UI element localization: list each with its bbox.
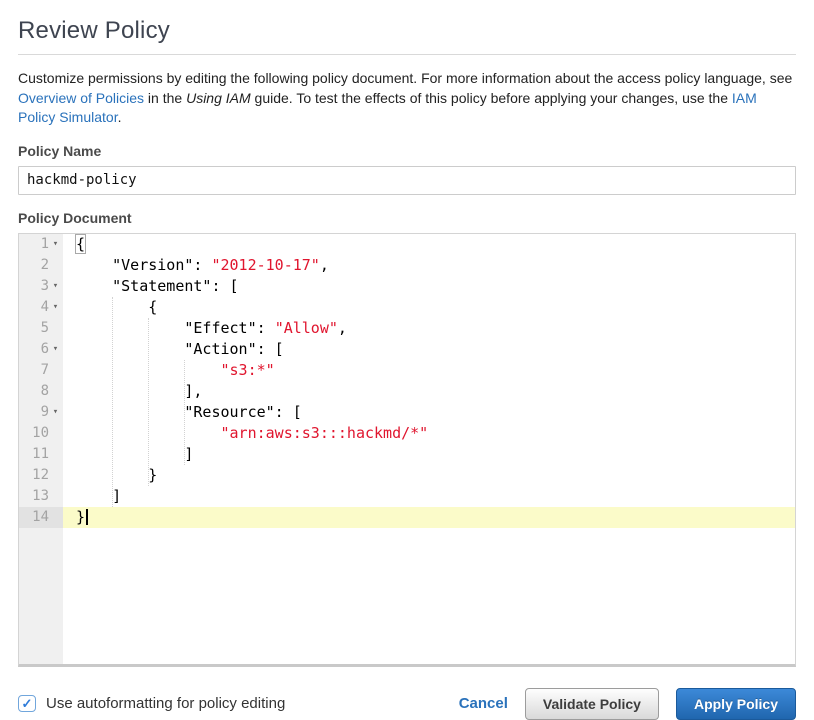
code-token: , [320, 256, 329, 274]
gutter-line-number: 13 [19, 486, 63, 507]
code-token: "Resource": [ [76, 403, 302, 421]
code-line[interactable]: { [63, 234, 795, 255]
code-token: { [75, 234, 86, 254]
fold-arrow-icon[interactable]: ▾ [49, 339, 62, 360]
intro-paragraph: Customize permissions by editing the fol… [18, 69, 796, 128]
code-line[interactable]: ] [63, 444, 795, 465]
code-line[interactable]: "arn:aws:s3:::hackmd/*" [63, 423, 795, 444]
gutter-line-number: 14 [19, 507, 63, 528]
string-token: "2012-10-17" [211, 256, 319, 274]
code-token [76, 424, 221, 442]
policy-document-label: Policy Document [18, 210, 796, 226]
fold-arrow-icon[interactable]: ▾ [49, 276, 62, 297]
gutter-line-number: 2 [19, 255, 63, 276]
string-token: "arn:aws:s3:::hackmd/*" [221, 424, 429, 442]
code-token: "Version": [76, 256, 211, 274]
string-token: "Allow" [275, 319, 338, 337]
checkmark-icon: ✓ [22, 697, 33, 710]
policy-name-input[interactable] [18, 166, 796, 195]
validate-policy-button[interactable]: Validate Policy [525, 688, 659, 720]
gutter-line-number[interactable]: 4▾ [19, 297, 63, 318]
code-line[interactable]: "Resource": [ [63, 402, 795, 423]
code-token: "Effect": [76, 319, 275, 337]
fold-arrow-icon[interactable]: ▾ [49, 234, 62, 255]
footer-bar: ✓ Use autoformatting for policy editing … [18, 688, 796, 720]
autoformat-checkbox[interactable]: ✓ [18, 695, 36, 712]
gutter-line-number: 7 [19, 360, 63, 381]
intro-text: in the [144, 90, 186, 106]
cancel-link[interactable]: Cancel [459, 695, 508, 712]
gutter-line-number: 10 [19, 423, 63, 444]
code-token: "Action": [ [76, 340, 284, 358]
code-line[interactable]: "Effect": "Allow", [63, 318, 795, 339]
code-line[interactable]: ], [63, 381, 795, 402]
intro-italic-text: Using IAM [186, 90, 251, 106]
code-line[interactable]: } [63, 465, 795, 486]
autoformat-toggle[interactable]: ✓ Use autoformatting for policy editing [18, 695, 285, 712]
intro-text: . [118, 109, 122, 125]
action-buttons: Cancel Validate Policy Apply Policy [459, 688, 796, 720]
code-token: } [76, 508, 85, 526]
code-token: { [76, 298, 157, 316]
gutter-line-number: 8 [19, 381, 63, 402]
code-token: ], [76, 382, 202, 400]
title-divider [18, 54, 796, 55]
code-line[interactable]: ] [63, 486, 795, 507]
code-line[interactable]: "Action": [ [63, 339, 795, 360]
fold-arrow-icon[interactable]: ▾ [49, 402, 62, 423]
review-policy-page: Review Policy Customize permissions by e… [0, 0, 814, 720]
code-token: , [338, 319, 347, 337]
gutter-line-number[interactable]: 1▾ [19, 234, 63, 255]
page-title: Review Policy [18, 17, 796, 45]
intro-link[interactable]: Overview of Policies [18, 90, 144, 106]
code-token: } [76, 466, 157, 484]
policy-document-editor[interactable]: 1▾23▾4▾56▾789▾1011121314 { "Version": "2… [18, 233, 796, 667]
gutter-line-number[interactable]: 3▾ [19, 276, 63, 297]
code-token: "Statement": [ [76, 277, 239, 295]
intro-text: Customize permissions by editing the fol… [18, 70, 792, 86]
code-line[interactable]: { [63, 297, 795, 318]
code-token: ] [76, 487, 121, 505]
policy-name-label: Policy Name [18, 143, 796, 159]
apply-policy-button[interactable]: Apply Policy [676, 688, 796, 720]
gutter-line-number: 12 [19, 465, 63, 486]
code-line[interactable]: } [63, 507, 795, 528]
code-token [76, 361, 221, 379]
editor-gutter: 1▾23▾4▾56▾789▾1011121314 [19, 234, 63, 664]
text-cursor [86, 509, 88, 525]
intro-text: guide. To test the effects of this polic… [251, 90, 732, 106]
fold-arrow-icon[interactable]: ▾ [49, 297, 62, 318]
gutter-line-number[interactable]: 6▾ [19, 339, 63, 360]
code-line[interactable]: "s3:*" [63, 360, 795, 381]
code-line[interactable]: "Statement": [ [63, 276, 795, 297]
code-line[interactable]: "Version": "2012-10-17", [63, 255, 795, 276]
gutter-line-number[interactable]: 9▾ [19, 402, 63, 423]
gutter-line-number: 11 [19, 444, 63, 465]
gutter-line-number: 5 [19, 318, 63, 339]
string-token: "s3:*" [221, 361, 275, 379]
editor-code-area[interactable]: { "Version": "2012-10-17", "Statement": … [63, 234, 795, 664]
autoformat-label: Use autoformatting for policy editing [46, 695, 285, 712]
code-token: ] [76, 445, 193, 463]
